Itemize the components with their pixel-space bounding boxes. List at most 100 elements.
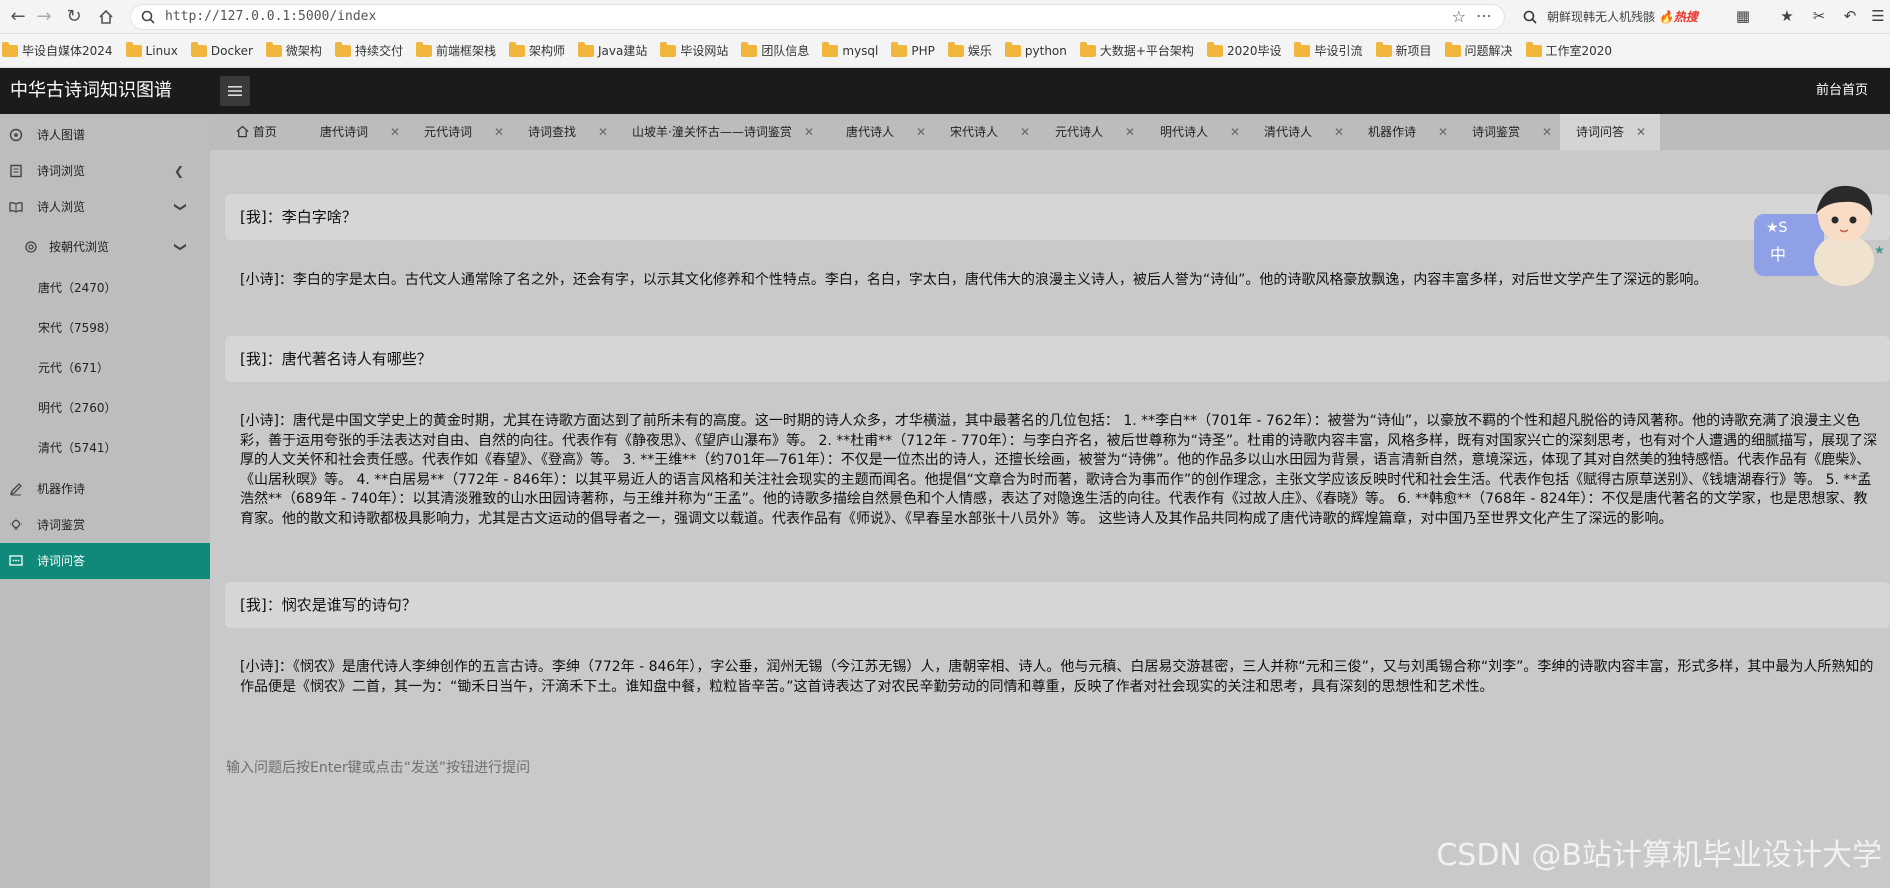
bookmark-item[interactable]: 毕设网站 [660,41,728,59]
bookmark-item[interactable]: 架构师 [508,41,565,59]
sidebar-item-poem-appreciation[interactable]: 诗词鉴赏 [0,507,210,543]
address-bar[interactable]: http://127.0.0.1:5000/index ☆ ⋯ [130,4,1505,30]
bookmark-item[interactable]: 微架构 [265,41,322,59]
bookmark-item[interactable]: Docker [190,41,253,58]
tab-label: 元代诗人 [1055,125,1104,139]
sidebar-item-machine-poetry[interactable]: 机器作诗 [0,471,210,507]
sidebar-item-ming[interactable]: 明代（2760） [0,390,210,426]
star-icon[interactable]: ☆ [1452,7,1466,26]
tab-song-poets[interactable]: 宋代诗人 ✕ [950,114,1030,150]
folder-icon [334,41,351,57]
sidebar-item-label: 诗词浏览 [37,164,86,178]
sidebar-item-poet-graph[interactable]: 诗人图谱 [0,117,210,153]
bookmark-item[interactable]: 2020毕设 [1206,41,1282,59]
bookmark-label: PHP [911,43,935,58]
question-input[interactable] [224,759,1890,777]
close-icon[interactable]: ✕ [1542,114,1552,150]
tab-bar: 首页 唐代诗词 ✕ 元代诗词 ✕ 诗词查找 ✕ 山坡羊·潼关怀古——诗词鉴赏 ✕ 唐代诗… [210,114,1890,150]
bookmark-item[interactable]: 团队信息 [741,41,810,59]
close-icon[interactable]: ✕ [1438,114,1448,150]
bookmark-item[interactable]: Linux [125,41,178,58]
tab-poem-appreciation[interactable]: 诗词鉴赏 ✕ [1472,114,1552,150]
tab-ming-poets[interactable]: 明代诗人 ✕ [1160,114,1240,150]
bookmark-label: 2020毕设 [1226,44,1282,58]
sidebar-item-song[interactable]: 宋代（7598） [0,310,210,346]
browser-search[interactable]: 朝鲜现韩无人机残骸 🔥热搜 [1515,4,1720,30]
bookmark-label: 团队信息 [761,44,810,58]
user-question: [我]：唐代著名诗人有哪些？ [225,336,1890,382]
bookmark-item[interactable]: 新项目 [1375,41,1432,59]
bookmark-item[interactable]: 工作室2020 [1525,41,1613,59]
sidebar-item-qing[interactable]: 清代（5741） [0,430,210,466]
chat-icon [9,555,23,566]
watermark: CSDN @B站计算机毕业设计大学 [1436,838,1882,873]
reload-icon[interactable]: ↻ [62,5,86,29]
tab-yuan-poems[interactable]: 元代诗词 ✕ [424,114,504,150]
pen-icon [9,483,22,496]
bookmark-item[interactable]: 毕设引流 [1294,41,1363,59]
sidebar-item-label: 诗人图谱 [37,128,86,142]
user-question: [我]：悯农是谁写的诗句？ [225,582,1890,628]
sidebar-item-poem-browse[interactable]: 诗词浏览 ❮ [0,153,210,189]
bookmark-item[interactable]: mysql [822,41,878,58]
bookmark-item[interactable]: 毕设自媒体2024 [2,41,113,59]
folder-icon [415,41,432,57]
home-icon[interactable] [94,5,118,29]
sidebar-item-label: 唐代（2470） [38,281,117,295]
sidebar-item-tang[interactable]: 唐代（2470） [0,270,210,306]
browser-toolbar: ← → ↻ http://127.0.0.1:5000/index ☆ ⋯ 朝鲜… [0,0,1890,34]
folder-icon [741,41,758,57]
sidebar-item-poet-browse[interactable]: 诗人浏览 ❮ [0,189,210,225]
menu-toggle-button[interactable] [220,76,250,106]
favorites-icon[interactable]: ★ [1777,6,1797,26]
bookmark-item[interactable]: 问题解决 [1444,41,1513,59]
bookmark-item[interactable]: 大数据+平台架构 [1079,41,1194,59]
apps-grid-icon[interactable]: ▦ [1733,6,1753,26]
sidebar-item-by-dynasty[interactable]: 按朝代浏览 ❮ [0,229,210,265]
close-icon[interactable]: ✕ [1334,114,1344,150]
bookmark-item[interactable]: PHP [891,41,935,58]
mascot-avatar[interactable]: 中 ★S ★ [1752,176,1890,288]
tab-machine-poetry[interactable]: 机器作诗 ✕ [1368,114,1448,150]
tab-poem-appreciation-detail[interactable]: 山坡羊·潼关怀古——诗词鉴赏 ✕ [632,114,814,150]
close-icon[interactable]: ✕ [1636,114,1646,150]
folder-icon [125,41,142,57]
folder-icon [1004,41,1021,57]
bookmark-item[interactable]: 持续交付 [334,41,403,59]
bookmark-label: 工作室2020 [1545,44,1613,58]
close-icon[interactable]: ✕ [1230,114,1240,150]
close-icon[interactable]: ✕ [390,114,400,150]
undo-icon[interactable]: ↶ [1840,6,1860,26]
close-icon[interactable]: ✕ [916,114,926,150]
bookmark-item[interactable]: Java建站 [577,41,647,59]
tab-qing-poets[interactable]: 清代诗人 ✕ [1264,114,1344,150]
tab-yuan-poets[interactable]: 元代诗人 ✕ [1055,114,1135,150]
menu-icon[interactable]: ☰ [1868,6,1888,26]
back-icon[interactable]: ← [6,5,30,29]
sidebar-item-poem-qa[interactable]: 诗词问答 [0,543,210,579]
folder-icon [822,41,839,57]
scissors-icon[interactable]: ✂ [1809,6,1829,26]
tab-tang-poems[interactable]: 唐代诗词 ✕ [320,114,400,150]
bot-answer: [小诗]：唐代是中国文学史上的黄金时期，尤其在诗歌方面达到了前所未有的高度。这一… [240,413,1878,527]
close-icon[interactable]: ✕ [494,114,504,150]
bookmark-item[interactable]: 娱乐 [947,41,992,59]
close-icon[interactable]: ✕ [804,114,814,150]
bookmark-item[interactable]: python [1004,41,1067,58]
tab-poem-qa[interactable]: 诗词问答 ✕ [1560,114,1660,150]
frontpage-link[interactable]: 前台首页 [1816,68,1868,114]
sidebar-item-yuan[interactable]: 元代（671） [0,350,210,386]
close-icon[interactable]: ✕ [1125,114,1135,150]
bookmark-label: 前端框架栈 [435,44,496,58]
close-icon[interactable]: ✕ [1020,114,1030,150]
svg-text:★S: ★S [1766,220,1788,236]
close-icon[interactable]: ✕ [598,114,608,150]
tab-tang-poets[interactable]: 唐代诗人 ✕ [846,114,926,150]
tab-poem-search[interactable]: 诗词查找 ✕ [528,114,608,150]
bookmark-label: 持续交付 [354,44,403,58]
more-icon[interactable]: ⋯ [1476,6,1492,25]
tab-label: 诗词问答 [1576,125,1625,139]
bookmark-item[interactable]: 前端框架栈 [415,41,496,59]
forward-icon[interactable]: → [32,5,56,29]
tab-home[interactable]: 首页 [236,114,290,150]
